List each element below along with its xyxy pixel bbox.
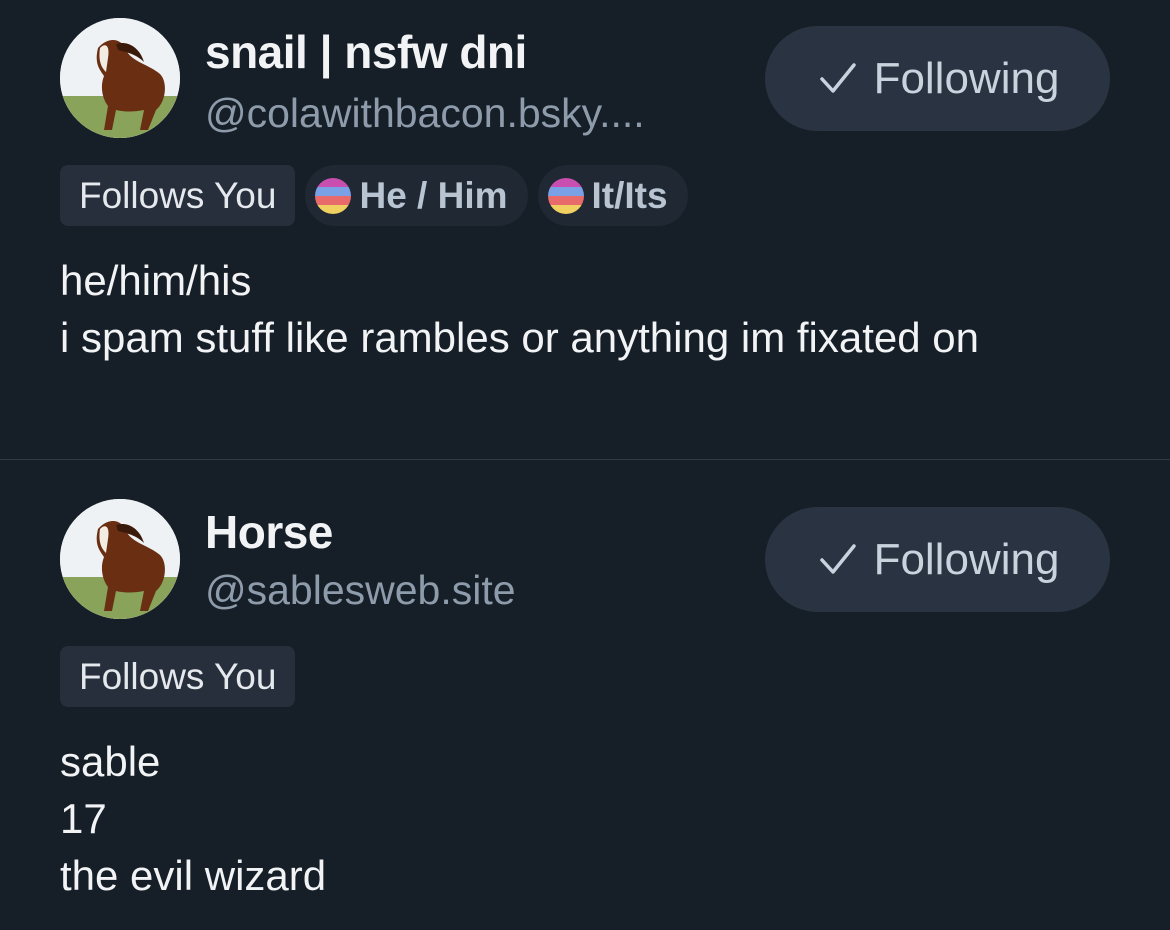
pronoun-flag-icon [547,177,584,214]
following-button[interactable]: Following [765,507,1110,612]
user-bio: he/him/his i spam stuff like rambles or … [60,252,1110,366]
checkmark-icon [819,543,856,574]
following-button[interactable]: Following [765,26,1110,131]
following-button-label: Following [873,53,1060,103]
pronoun-flag-icon [315,177,352,214]
following-button-label: Following [873,534,1060,584]
avatar[interactable] [60,499,180,619]
display-name[interactable]: snail | nsfw dni [205,25,527,79]
user-handle[interactable]: @colawithbacon.bsky.... [205,90,645,137]
bio-line: he/him/his [60,257,252,304]
user-bio: sable 17 the evil wizard [60,733,1110,904]
user-card[interactable]: snail | nsfw dni @colawithbacon.bsky....… [0,0,1170,460]
badge-row: Follows You [60,646,296,707]
follows-you-badge: Follows You [60,646,296,707]
bio-line: the evil wizard [60,852,327,899]
user-card[interactable]: Horse @sablesweb.site Following Follows … [0,460,1170,930]
pronoun-badge[interactable]: He / Him [305,165,528,226]
bio-line: sable [60,738,161,785]
pronoun-badge[interactable]: It/Its [537,165,688,226]
user-handle[interactable]: @sablesweb.site [205,567,516,614]
horse-avatar-icon [60,18,180,138]
pronoun-badge-label: He / Him [359,174,508,216]
pronoun-badge-label: It/Its [591,174,668,216]
avatar[interactable] [60,18,180,138]
bio-line: i spam stuff like rambles or anything im… [60,314,979,361]
badge-row: Follows You He / Him It/Its [60,165,688,226]
horse-avatar-icon [60,499,180,619]
display-name[interactable]: Horse [205,505,333,559]
checkmark-icon [819,62,856,93]
bio-line: 17 [60,795,107,842]
follows-you-badge: Follows You [60,165,296,226]
